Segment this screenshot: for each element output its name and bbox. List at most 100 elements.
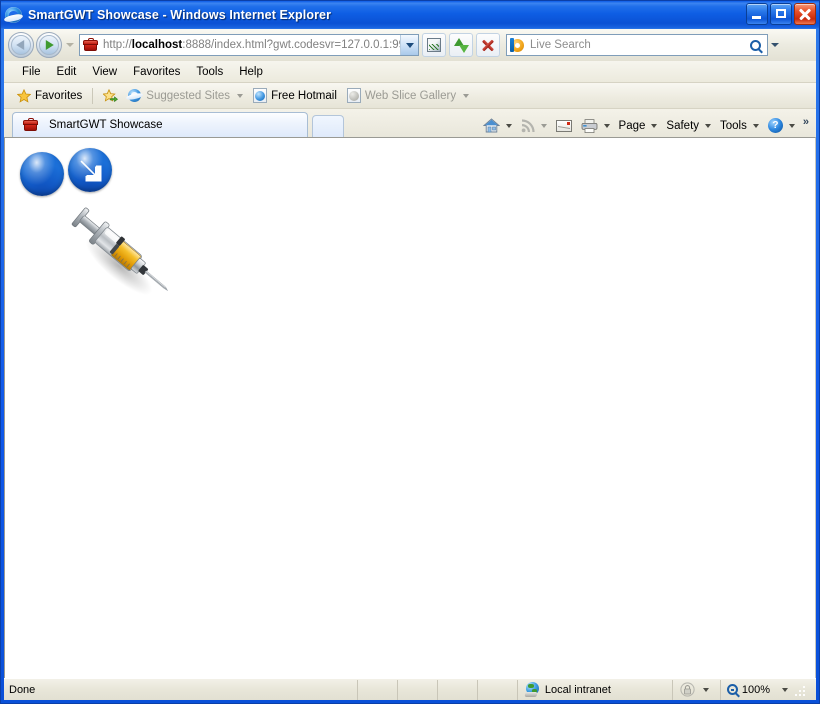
print-button[interactable] (577, 117, 614, 135)
menu-item-favorites[interactable]: Favorites (125, 64, 188, 80)
favorites-item-free-hotmail[interactable]: Free Hotmail (248, 86, 342, 105)
read-mail-button[interactable] (552, 118, 576, 134)
command-bar-overflow-button[interactable]: » (800, 116, 812, 134)
address-url-text: http://localhost:8888/index.html?gwt.cod… (103, 39, 400, 51)
compatibility-view-icon (427, 38, 441, 52)
page-menu-label: Page (618, 119, 646, 132)
chevron-down-icon[interactable] (651, 123, 658, 128)
home-button[interactable] (479, 116, 516, 135)
toolbox-icon (83, 38, 99, 52)
security-zone-indicator[interactable]: Local intranet (516, 679, 672, 700)
menu-item-file[interactable]: File (14, 64, 49, 80)
feeds-button[interactable] (517, 117, 551, 135)
status-message: Done (9, 683, 36, 696)
command-bar: Page Safety Tools ? » (479, 116, 812, 135)
search-input[interactable]: Live Search (506, 34, 768, 56)
toolbox-icon (23, 118, 39, 132)
syringe-image (71, 207, 169, 295)
favorites-button[interactable]: Favorites (12, 87, 87, 105)
menu-item-tools[interactable]: Tools (188, 64, 231, 80)
chevron-down-icon[interactable] (752, 123, 759, 128)
resize-grip[interactable] (794, 682, 808, 697)
favorites-item-suggested-sites[interactable]: Suggested Sites (122, 86, 248, 105)
address-input[interactable]: http://localhost:8888/index.html?gwt.cod… (79, 34, 419, 56)
printer-icon (581, 118, 598, 133)
search-provider-chevron-down-icon[interactable] (768, 35, 782, 55)
search-button[interactable] (743, 35, 767, 55)
status-cell (436, 679, 477, 700)
menu-item-view[interactable]: View (84, 64, 125, 80)
help-menu-button[interactable]: ? (764, 116, 799, 135)
favorites-button-label: Favorites (35, 89, 83, 102)
back-button[interactable] (8, 32, 34, 58)
stop-button[interactable] (476, 33, 500, 57)
chevron-down-icon[interactable] (463, 93, 470, 98)
chevron-down-icon[interactable] (603, 123, 610, 128)
rss-icon (521, 118, 535, 133)
minimize-button[interactable] (746, 3, 768, 25)
favorites-bar: Favorites Suggested Sites Free Hotmail W… (4, 83, 816, 109)
chevron-down-icon[interactable] (788, 123, 795, 128)
window-controls (746, 3, 816, 25)
close-button[interactable] (794, 3, 816, 25)
ie-document-icon (253, 88, 268, 103)
menu-item-edit[interactable]: Edit (49, 64, 85, 80)
forward-button[interactable] (36, 32, 62, 58)
window-title: SmartGWT Showcase - Windows Internet Exp… (28, 8, 332, 22)
zoom-icon (726, 684, 738, 695)
favorites-item-label: Web Slice Gallery (364, 89, 457, 102)
security-zone-label: Local intranet (544, 683, 611, 696)
tools-menu-button[interactable]: Tools (716, 118, 763, 134)
title-bar: SmartGWT Showcase - Windows Internet Exp… (1, 1, 819, 29)
chevron-down-icon[interactable] (705, 123, 712, 128)
address-chevron-down-icon[interactable] (400, 35, 418, 55)
globe-icon (524, 682, 540, 697)
status-cell (396, 679, 437, 700)
zoom-control[interactable]: 100% (719, 679, 816, 700)
back-arrow-icon (16, 40, 25, 50)
chevron-down-icon[interactable] (237, 93, 244, 98)
chevron-down-icon[interactable] (540, 123, 547, 128)
menu-bar: File Edit View Favorites Tools Help (4, 61, 816, 83)
tab-smartgwt-showcase[interactable]: SmartGWT Showcase (12, 112, 308, 137)
blue-circle-arrow[interactable] (68, 148, 112, 192)
url-scheme: http:// (103, 39, 132, 51)
new-tab-button[interactable] (312, 115, 344, 137)
compatibility-view-button[interactable] (422, 33, 446, 57)
maximize-button[interactable] (770, 3, 792, 25)
star-icon (17, 88, 31, 103)
lock-icon (679, 682, 696, 697)
chevron-down-icon[interactable] (782, 687, 788, 692)
client-area: http://localhost:8888/index.html?gwt.cod… (4, 29, 816, 700)
home-icon (482, 118, 500, 133)
chevron-down-icon[interactable] (505, 123, 512, 128)
status-cell (476, 679, 517, 700)
mail-icon (555, 119, 572, 132)
favorites-separator (92, 87, 94, 104)
blue-circle-plain[interactable] (20, 152, 64, 196)
url-rest: :8888/index.html?gwt.codesvr=127.0.0.1:9… (182, 39, 400, 51)
add-to-favorites-button[interactable] (98, 87, 122, 105)
status-bar: Done Local intranet 100% (4, 678, 816, 700)
internet-explorer-icon (3, 6, 24, 24)
search-placeholder: Live Search (530, 39, 591, 51)
page-menu-button[interactable]: Page (615, 118, 662, 134)
tab-strip: SmartGWT Showcase Page Safety Tools ? » (4, 109, 816, 137)
ie-document-icon (346, 88, 361, 103)
help-icon: ? (767, 118, 783, 133)
browser-window: SmartGWT Showcase - Windows Internet Exp… (0, 0, 820, 704)
refresh-button[interactable] (449, 33, 473, 57)
refresh-icon (453, 37, 469, 53)
bing-icon (510, 37, 526, 53)
safety-menu-label: Safety (666, 119, 700, 132)
chevron-down-icon[interactable] (702, 687, 709, 692)
menu-item-help[interactable]: Help (231, 64, 271, 80)
recent-pages-chevron-down-icon[interactable] (66, 43, 74, 47)
favorites-item-web-slice-gallery[interactable]: Web Slice Gallery (342, 86, 474, 105)
add-to-favorites-icon (103, 88, 119, 103)
arrow-down-right-icon (80, 160, 102, 182)
protected-mode-indicator[interactable] (671, 679, 720, 700)
tools-menu-label: Tools (720, 119, 747, 132)
favorites-item-label: Free Hotmail (271, 89, 337, 102)
safety-menu-button[interactable]: Safety (662, 118, 715, 134)
